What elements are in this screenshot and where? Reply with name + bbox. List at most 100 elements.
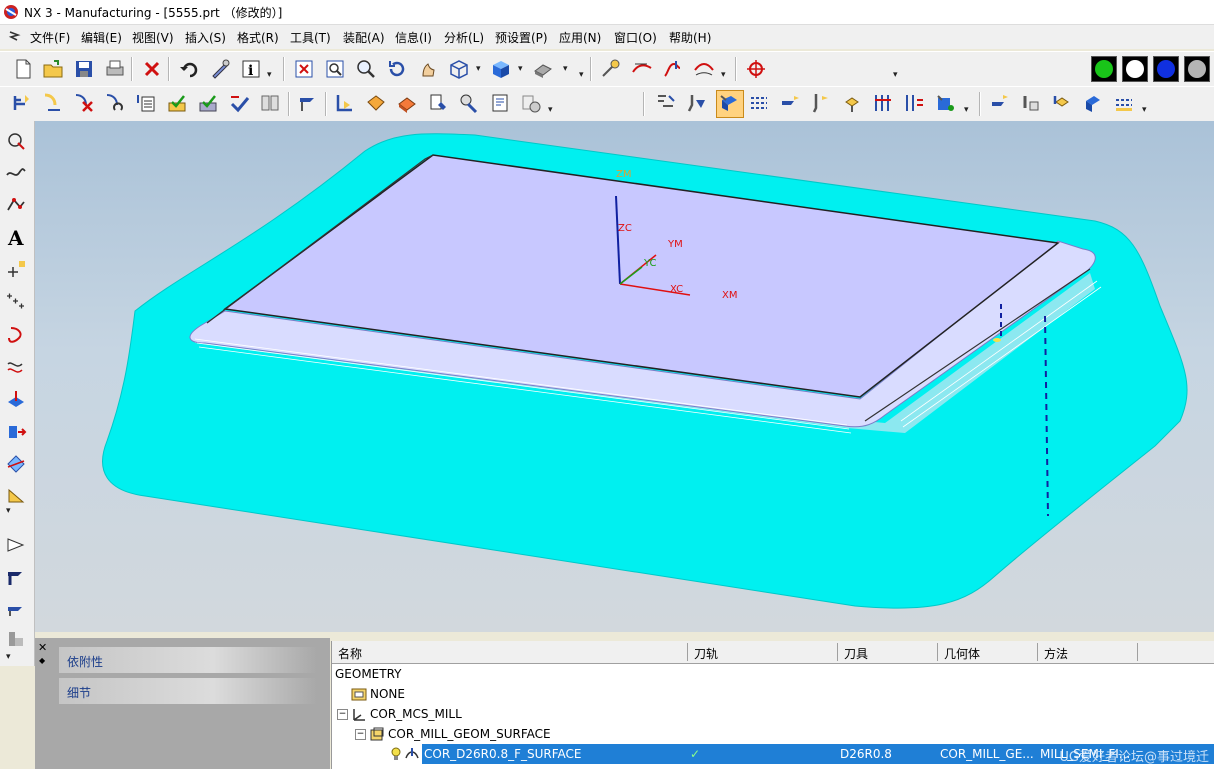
verify-toolpath-icon[interactable] xyxy=(166,92,188,114)
offset-curve-icon[interactable] xyxy=(5,356,27,378)
tool-library-icon[interactable] xyxy=(427,92,449,114)
project-curve-icon[interactable] xyxy=(5,388,27,410)
analysis-toolbar-chevron[interactable]: ▾ xyxy=(721,70,726,80)
color-blue-button[interactable] xyxy=(1153,56,1179,82)
geometry-view-icon[interactable] xyxy=(716,90,744,118)
information-icon[interactable]: i xyxy=(240,58,262,80)
zoom-window-icon[interactable] xyxy=(324,58,346,80)
create-program-icon[interactable] xyxy=(779,92,801,114)
pan-icon[interactable] xyxy=(417,58,439,80)
column-divider[interactable] xyxy=(1137,643,1138,661)
output-cls-icon[interactable] xyxy=(334,92,356,114)
blank-geometry-icon[interactable] xyxy=(365,92,387,114)
deviation-icon[interactable] xyxy=(693,58,715,80)
create-operation-icon[interactable] xyxy=(11,92,33,114)
polyline-icon[interactable] xyxy=(5,194,27,216)
orient-dropdown-chevron[interactable]: ▾ xyxy=(563,64,568,74)
dependencies-section[interactable]: 依附性 xyxy=(59,647,317,673)
generate-toolpath-icon[interactable] xyxy=(42,92,64,114)
new-file-icon[interactable] xyxy=(12,58,34,80)
selection-toolbar-chevron[interactable]: ▾ xyxy=(893,70,898,80)
navigator-toolbar-chevron[interactable]: ▾ xyxy=(964,105,969,115)
text-icon[interactable]: A xyxy=(5,226,27,248)
shaded-view-icon[interactable] xyxy=(490,58,512,80)
tree-row-mill-geom[interactable]: − COR_MILL_GEOM_SURFACE xyxy=(332,724,1214,744)
group-toolbar-chevron[interactable]: ▾ xyxy=(1142,105,1147,115)
machining-method-view-icon[interactable] xyxy=(748,92,770,114)
graphics-window[interactable]: ZM ZC YM YC XC XM xyxy=(35,121,1214,632)
menu-insert[interactable]: 插入(S) xyxy=(185,29,226,46)
menu-view[interactable]: 视图(V) xyxy=(132,29,174,46)
print-icon[interactable] xyxy=(104,58,126,80)
fit-view-icon[interactable] xyxy=(293,58,315,80)
measure-distance-icon[interactable] xyxy=(600,58,622,80)
postprocess-icon[interactable] xyxy=(297,92,319,114)
curve-toolbar-chevron[interactable]: ▾ xyxy=(6,506,11,516)
list-toolpath-icon[interactable] xyxy=(135,92,157,114)
close-icon[interactable]: ✕ xyxy=(38,641,47,654)
replay-toolpath-icon[interactable] xyxy=(104,92,126,114)
shade-dropdown-chevron[interactable]: ▾ xyxy=(518,64,523,74)
column-divider[interactable] xyxy=(837,643,838,661)
color-white-button[interactable] xyxy=(1122,56,1148,82)
point-curve-icon[interactable] xyxy=(5,130,27,152)
menu-format[interactable]: 格式(R) xyxy=(237,29,279,46)
properties-icon[interactable] xyxy=(903,92,925,114)
column-tool[interactable]: 刀具 xyxy=(844,645,868,662)
tree-row-mcs-mill[interactable]: − COR_MCS_MILL xyxy=(332,704,1214,724)
wireframe-view-icon[interactable] xyxy=(448,58,470,80)
ipw-icon[interactable] xyxy=(396,92,418,114)
column-divider[interactable] xyxy=(937,643,938,661)
machine-tool-view-icon[interactable] xyxy=(686,92,708,114)
edit-object-icon[interactable] xyxy=(209,58,231,80)
mfg-toolbar-chevron[interactable]: ▾ xyxy=(548,105,553,115)
tree-row-none[interactable]: NONE xyxy=(332,684,1214,704)
color-green-button[interactable] xyxy=(1091,56,1117,82)
workshop-doc-icon[interactable] xyxy=(489,92,511,114)
create-geometry-side-icon[interactable] xyxy=(5,598,27,620)
open-folder-icon[interactable] xyxy=(42,58,64,80)
create-method-icon[interactable] xyxy=(872,92,894,114)
collapse-toggle-icon[interactable]: − xyxy=(337,709,348,720)
column-geometry[interactable]: 几何体 xyxy=(944,645,980,662)
create-program-side-icon[interactable] xyxy=(5,534,27,556)
create-geometry-group-icon[interactable] xyxy=(1051,92,1073,114)
undo-icon[interactable] xyxy=(178,58,200,80)
menu-information[interactable]: 信息(I) xyxy=(395,29,432,46)
menu-analysis[interactable]: 分析(L) xyxy=(444,29,484,46)
shop-docs-icon[interactable] xyxy=(259,92,281,114)
column-method[interactable]: 方法 xyxy=(1044,645,1068,662)
create-method-group-icon[interactable] xyxy=(1082,92,1104,114)
delete-toolpath-icon[interactable] xyxy=(73,92,95,114)
delete-icon[interactable] xyxy=(141,58,163,80)
point-icon[interactable] xyxy=(5,258,27,280)
menu-edit[interactable]: 编辑(E) xyxy=(81,29,122,46)
collapse-toggle-icon[interactable]: − xyxy=(355,729,366,740)
create-method-side-icon[interactable] xyxy=(5,628,27,650)
intersect-curve-icon[interactable] xyxy=(5,452,27,474)
menu-help[interactable]: 帮助(H) xyxy=(669,29,711,46)
color-gray-button[interactable] xyxy=(1184,56,1210,82)
menu-application[interactable]: 应用(N) xyxy=(559,29,601,46)
column-name[interactable]: 名称 xyxy=(338,645,362,662)
menu-preferences[interactable]: 预设置(P) xyxy=(495,29,548,46)
measure-curve-icon[interactable] xyxy=(631,58,653,80)
program-order-view-icon[interactable] xyxy=(655,92,677,114)
machine-simulate-icon[interactable] xyxy=(228,92,250,114)
curve-analysis-icon[interactable] xyxy=(662,58,684,80)
menu-file[interactable]: 文件(F) xyxy=(30,29,70,46)
column-toolpath[interactable]: 刀轨 xyxy=(694,645,718,662)
create-tool-side-icon[interactable] xyxy=(5,566,27,588)
save-icon[interactable] xyxy=(73,58,95,80)
create-tool-icon[interactable] xyxy=(810,92,832,114)
object-display-icon[interactable] xyxy=(934,92,956,114)
pin-icon[interactable]: ◆ xyxy=(39,656,45,665)
tree-row-geometry-root[interactable]: GEOMETRY xyxy=(332,664,1214,684)
snap-point-icon[interactable] xyxy=(745,58,767,80)
extract-curve-icon[interactable] xyxy=(5,420,27,442)
machine-time-icon[interactable] xyxy=(520,92,542,114)
create-tool-group-icon[interactable] xyxy=(1020,92,1042,114)
render-dropdown-chevron[interactable]: ▾ xyxy=(476,64,481,74)
zoom-icon[interactable] xyxy=(355,58,377,80)
menu-assembly[interactable]: 装配(A) xyxy=(343,29,385,46)
